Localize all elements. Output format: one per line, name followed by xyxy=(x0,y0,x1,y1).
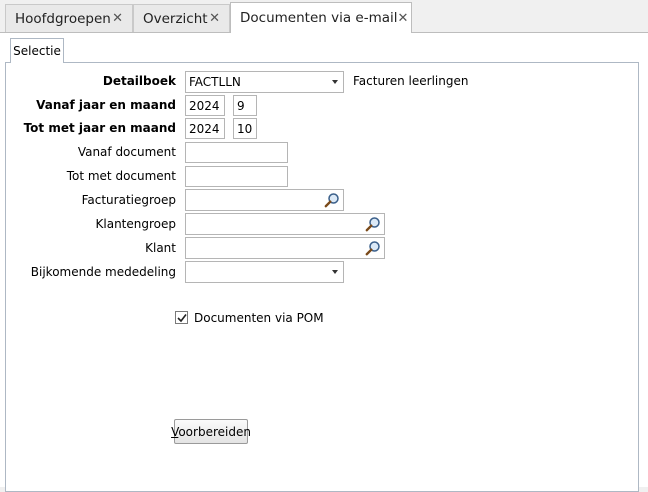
facturatiegroep-label: Facturatiegroep xyxy=(81,193,176,207)
chevron-down-icon xyxy=(332,270,338,274)
tot-document-input[interactable] xyxy=(185,166,288,187)
vanaf-jaar-maand-label: Vanaf jaar en maand xyxy=(36,98,176,112)
vanaf-month-value: 9 xyxy=(237,99,245,113)
klant-input[interactable] xyxy=(185,237,385,259)
documenten-via-pom-label: Documenten via POM xyxy=(194,311,324,325)
detailboek-label: Detailboek xyxy=(102,74,176,88)
checkmark-icon xyxy=(177,314,187,323)
klantengroep-label: Klantengroep xyxy=(95,217,176,231)
subtab-selectie-label: Selectie xyxy=(13,44,61,58)
vanaf-year-value: 2024 xyxy=(189,99,220,113)
detailboek-description: Facturen leerlingen xyxy=(353,74,469,88)
tot-month-value: 10 xyxy=(237,122,253,136)
search-icon[interactable] xyxy=(324,192,340,208)
tab-hoofdgroepen-label: Hoofdgroepen xyxy=(15,10,111,27)
search-icon[interactable] xyxy=(365,216,381,232)
bijkomende-mededeling-select[interactable] xyxy=(185,261,344,283)
tab-documenten-label: Documenten via e-mail xyxy=(240,10,398,26)
klantengroep-input[interactable] xyxy=(185,213,385,235)
detailboek-select[interactable]: FACTLLN xyxy=(185,71,344,93)
voorbereiden-button-label: Voorbereiden xyxy=(171,424,251,439)
tot-year-input[interactable]: 2024 xyxy=(185,118,225,139)
search-icon[interactable] xyxy=(365,240,381,256)
tab-overzicht-label: Overzicht xyxy=(143,10,208,27)
bijkomende-mededeling-label: Bijkomende mededeling xyxy=(30,265,176,279)
tot-jaar-maand-label: Tot met jaar en maand xyxy=(23,121,176,135)
documenten-via-pom-checkbox[interactable] xyxy=(175,311,188,324)
detailboek-value: FACTLLN xyxy=(189,75,241,89)
vanaf-month-input[interactable]: 9 xyxy=(233,95,257,116)
tot-year-value: 2024 xyxy=(189,122,220,136)
close-icon[interactable]: ✕ xyxy=(398,12,409,25)
tab-hoofdgroepen[interactable]: Hoofdgroepen ✕ xyxy=(5,4,133,32)
klant-label: Klant xyxy=(145,241,176,255)
tot-month-input[interactable]: 10 xyxy=(233,118,257,139)
close-icon[interactable]: ✕ xyxy=(112,12,123,25)
subtab-selectie[interactable]: Selectie xyxy=(10,38,64,63)
vanaf-document-label: Vanaf document xyxy=(77,145,176,159)
tot-document-label: Tot met document xyxy=(66,169,176,183)
close-icon[interactable]: ✕ xyxy=(209,12,220,25)
tab-overzicht[interactable]: Overzicht ✕ xyxy=(133,4,230,32)
voorbereiden-button[interactable]: Voorbereiden xyxy=(171,419,251,444)
vanaf-document-input[interactable] xyxy=(185,142,288,163)
chevron-down-icon xyxy=(332,80,338,84)
vanaf-year-input[interactable]: 2024 xyxy=(185,95,225,116)
facturatiegroep-input[interactable] xyxy=(185,189,344,211)
tab-documenten-via-email[interactable]: Documenten via e-mail ✕ xyxy=(230,2,412,33)
